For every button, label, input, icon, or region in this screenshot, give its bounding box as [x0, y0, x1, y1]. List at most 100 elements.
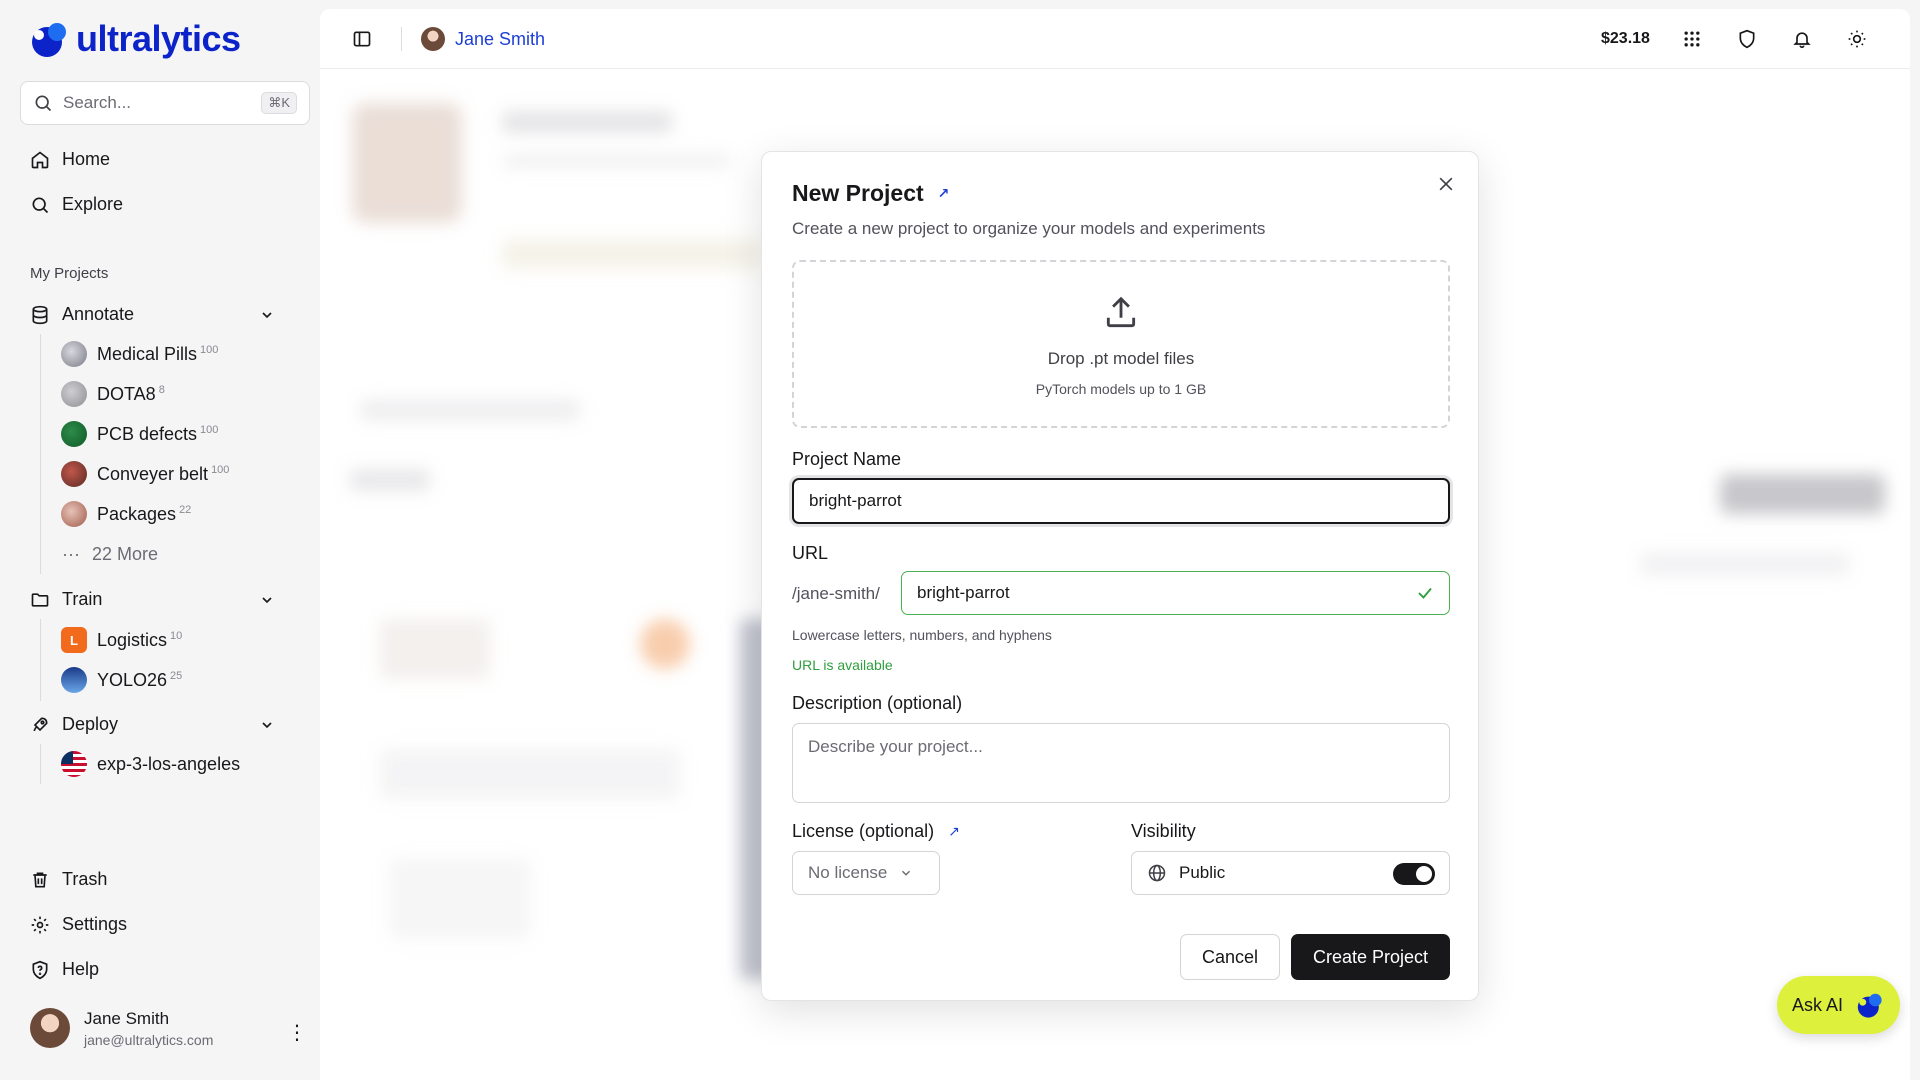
license-label-text: License (optional): [792, 821, 935, 841]
drop-zone-subtitle: PyTorch models up to 1 GB: [1035, 381, 1207, 397]
project-name-label: Project Name: [792, 449, 902, 469]
globe-icon: [1148, 864, 1166, 882]
nav-help-label: Help: [62, 959, 100, 979]
nav-explore[interactable]: Explore: [30, 194, 123, 215]
divider: [401, 27, 402, 51]
project-item[interactable]: Conveyer belt 100: [61, 461, 229, 487]
project-name: Logistics: [97, 629, 168, 650]
nav-explore-label: Explore: [62, 194, 124, 214]
topbar-user-link[interactable]: Jane Smith: [421, 27, 545, 51]
url-hint: Lowercase letters, numbers, and hyphens: [792, 627, 1052, 643]
project-count: 100: [200, 423, 219, 436]
chevron-down-icon[interactable]: [259, 307, 275, 323]
license-select[interactable]: No license: [792, 851, 940, 895]
cancel-button[interactable]: Cancel: [1180, 934, 1280, 980]
nav-trash[interactable]: Trash: [30, 869, 107, 890]
more-projects-link[interactable]: ··· 22 More: [62, 544, 158, 565]
model-drop-zone[interactable]: Drop .pt model files PyTorch models up t…: [792, 260, 1450, 428]
new-project-dialog: New Project ↗ Create a new project to or…: [761, 151, 1479, 1001]
external-link-icon[interactable]: ↗: [938, 185, 950, 202]
project-name-value: bright-parrot: [809, 491, 902, 510]
ask-ai-button[interactable]: Ask AI: [1777, 976, 1900, 1034]
sidebar-toggle-icon[interactable]: [352, 29, 372, 49]
nav-trash-label: Trash: [62, 869, 108, 889]
dialog-subtitle: Create a new project to organize your mo…: [792, 219, 1266, 238]
url-status: URL is available: [792, 657, 893, 673]
ultralytics-logo-icon: [1857, 993, 1882, 1018]
project-count: 10: [170, 629, 183, 642]
more-projects-label: 22 More: [91, 544, 159, 564]
project-name: DOTA8: [97, 383, 156, 404]
search-input[interactable]: Search... ⌘K: [20, 81, 310, 125]
apps-grid-icon[interactable]: [1682, 29, 1702, 49]
chevron-down-icon[interactable]: [259, 717, 275, 733]
create-project-button[interactable]: Create Project: [1291, 934, 1450, 980]
avatar: [30, 1008, 70, 1048]
visibility-toggle[interactable]: [1393, 863, 1435, 885]
chevron-down-icon: [902, 870, 911, 876]
sun-icon[interactable]: [1847, 29, 1867, 49]
project-name: YOLO26: [97, 669, 168, 690]
drop-zone-title: Drop .pt model files: [1047, 349, 1195, 368]
trash-icon: [33, 872, 47, 887]
ellipsis-icon: ···: [62, 544, 80, 564]
database-icon: [32, 305, 48, 324]
topbar-user-name: Jane Smith: [455, 28, 546, 49]
project-item[interactable]: L Logistics 10: [61, 627, 182, 653]
group-train[interactable]: Train: [30, 589, 275, 610]
group-annotate-label: Annotate: [62, 304, 135, 324]
search-shortcut: ⌘K: [261, 92, 297, 114]
group-train-label: Train: [62, 589, 103, 609]
top-bar: Jane Smith $23.18: [320, 9, 1910, 69]
check-icon: [1418, 587, 1432, 599]
credit-balance[interactable]: $23.18: [1601, 30, 1650, 48]
project-item[interactable]: YOLO26 25: [61, 667, 182, 693]
project-count: 25: [170, 669, 183, 682]
project-item[interactable]: PCB defects 100: [61, 421, 218, 447]
ask-ai-label: Ask AI: [1791, 994, 1844, 1015]
user-name: Jane Smith: [84, 1008, 170, 1028]
group-deploy[interactable]: Deploy: [30, 714, 275, 735]
project-name: Conveyer belt: [97, 463, 209, 484]
license-label: License (optional) ↗: [792, 821, 960, 842]
project-name: Medical Pills: [97, 343, 198, 364]
tree-line: [40, 619, 41, 701]
rocket-icon: [33, 716, 48, 731]
dialog-title: New Project ↗: [792, 180, 949, 207]
project-count: 100: [211, 463, 230, 476]
url-input[interactable]: bright-parrot: [901, 571, 1450, 615]
project-item[interactable]: Medical Pills 100: [61, 341, 218, 367]
description-label: Description (optional): [792, 693, 963, 713]
description-textarea[interactable]: Describe your project...: [792, 723, 1450, 803]
project-item[interactable]: DOTA8 8: [61, 381, 165, 407]
project-item[interactable]: Packages 22: [61, 501, 191, 527]
nav-settings[interactable]: Settings: [30, 914, 127, 935]
shield-icon[interactable]: [1737, 29, 1757, 49]
my-projects-label: My Projects: [30, 265, 109, 282]
external-link-icon[interactable]: ↗: [948, 823, 960, 840]
url-value: bright-parrot: [917, 583, 1010, 602]
bell-icon[interactable]: [1792, 29, 1812, 49]
visibility-value: Public: [1179, 863, 1226, 882]
group-deploy-label: Deploy: [62, 714, 119, 734]
nav-home[interactable]: Home: [30, 149, 110, 170]
folder-icon: [31, 592, 49, 607]
deployment-item[interactable]: exp-3-los-angeles: [61, 751, 240, 777]
close-icon[interactable]: [1436, 174, 1456, 194]
help-shield-icon: [32, 960, 48, 979]
project-name-input[interactable]: bright-parrot: [792, 478, 1450, 524]
visibility-control: Public: [1131, 851, 1450, 895]
project-name: PCB defects: [97, 423, 198, 444]
project-name: Packages: [97, 503, 177, 524]
project-thumbnail: [61, 501, 87, 527]
nav-home-label: Home: [62, 149, 111, 169]
kebab-menu-icon[interactable]: ⋮: [287, 1020, 307, 1045]
upload-icon: [1106, 296, 1136, 328]
brand-logo[interactable]: ultralytics: [26, 18, 241, 60]
user-profile[interactable]: Jane Smith jane@ultralytics.com: [30, 1008, 213, 1048]
nav-help[interactable]: Help: [30, 959, 99, 980]
chevron-down-icon[interactable]: [259, 592, 275, 608]
tree-line: [40, 334, 41, 574]
group-annotate[interactable]: Annotate: [30, 304, 275, 325]
url-prefix: /jane-smith/: [792, 584, 880, 603]
